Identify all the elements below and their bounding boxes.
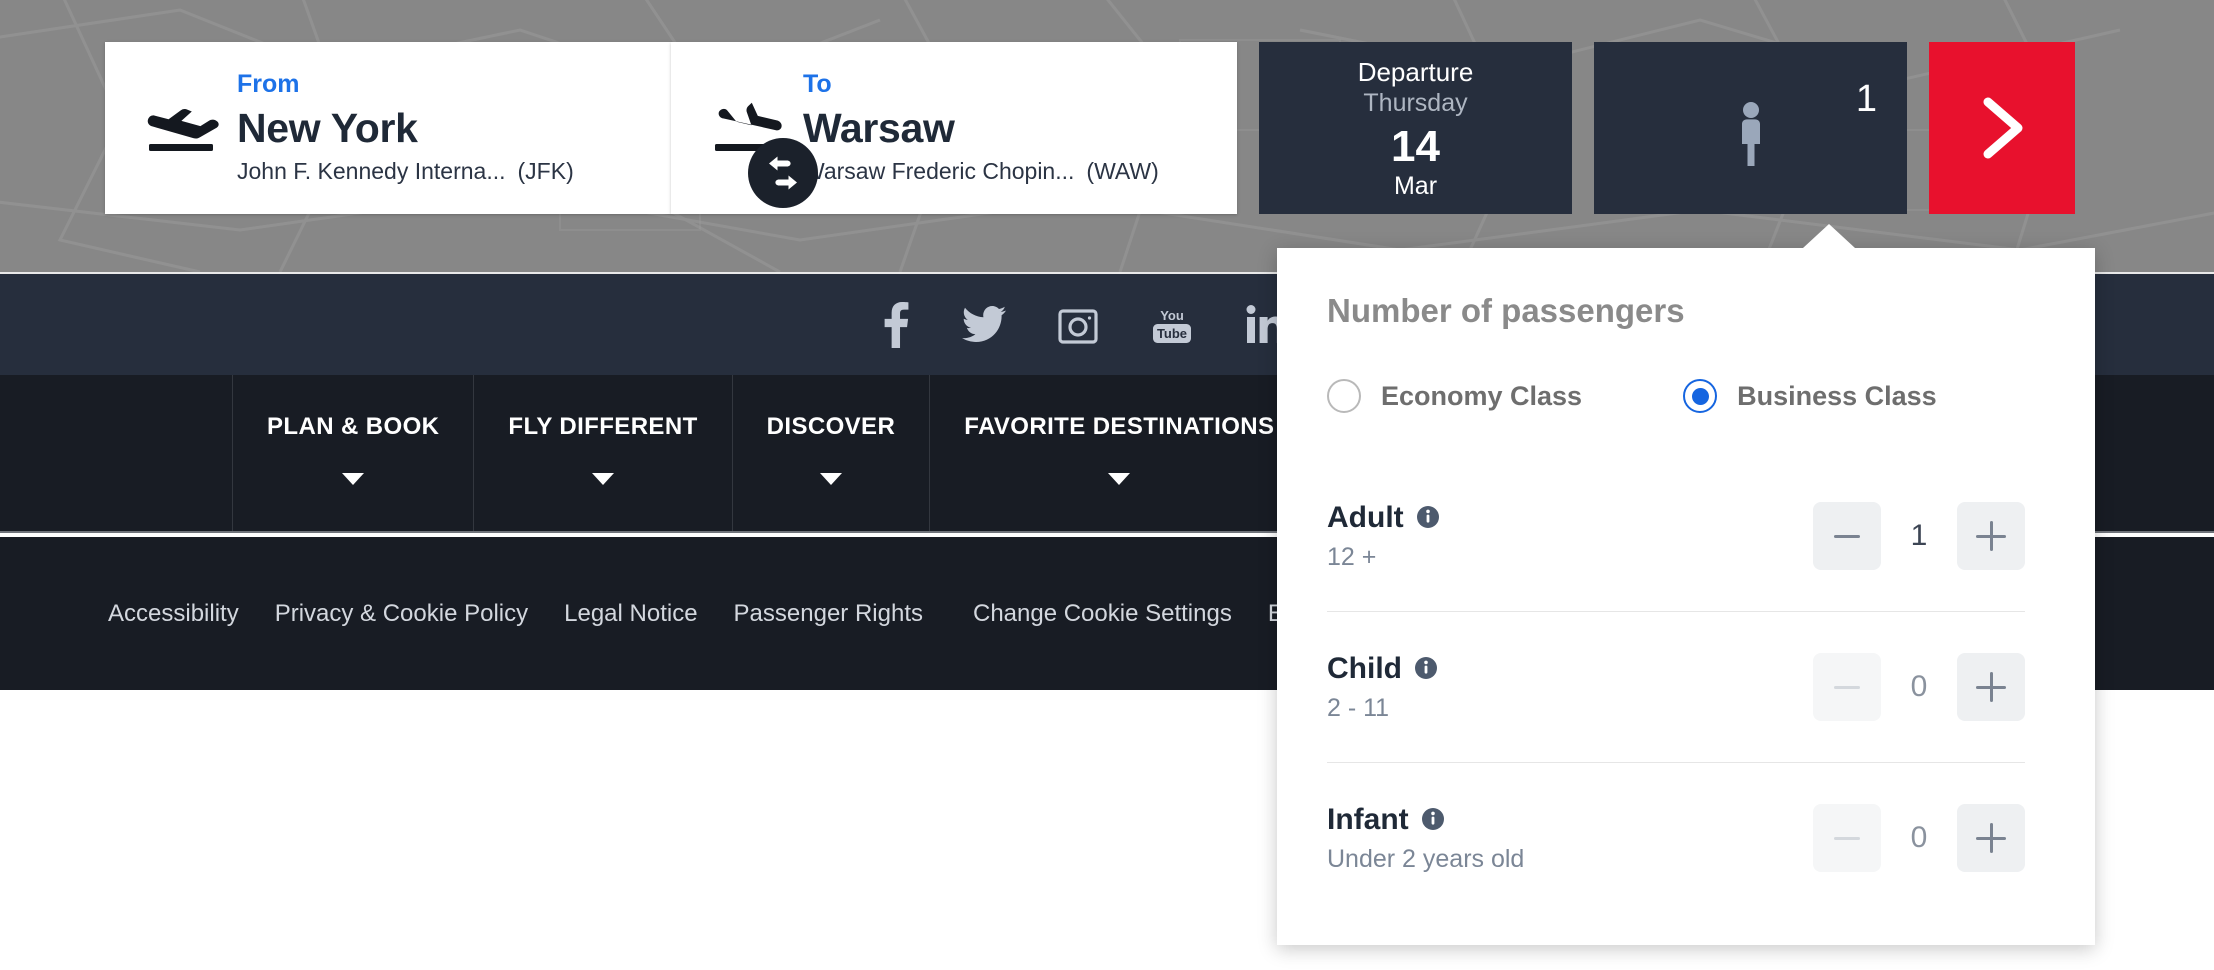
flight-search-bar: From New York John F. Kennedy Interna...…: [105, 42, 2075, 214]
chevron-down-icon: [1108, 473, 1131, 485]
child-decrement-button: [1813, 653, 1881, 721]
adult-info: Adult 12 +: [1327, 501, 1813, 572]
destination-field-body: To Warsaw Warsaw Frederic Chopin... (WAW): [803, 69, 1175, 184]
info-icon[interactable]: [1415, 657, 1437, 679]
minus-icon: [1834, 836, 1860, 840]
adult-stepper: 1: [1813, 502, 2025, 570]
child-label: Child: [1327, 651, 1402, 685]
youtube-icon[interactable]: You Tube: [1150, 303, 1194, 347]
passenger-panel-inner: Number of passengers Economy Class Busin…: [1277, 248, 2095, 913]
plus-icon: [1976, 521, 2006, 551]
minus-icon: [1834, 685, 1860, 689]
plus-icon: [1976, 672, 2006, 702]
departure-title: Departure: [1357, 56, 1474, 87]
economy-radio[interactable]: [1327, 379, 1361, 413]
panel-pointer-arrow: [1803, 224, 1855, 248]
origin-label: From: [237, 69, 300, 98]
infant-info: Infant Under 2 years old: [1327, 803, 1813, 874]
adult-value: 1: [1910, 519, 1928, 552]
travel-class-options: Economy Class Business Class: [1327, 379, 2025, 413]
chevron-down-icon: [342, 473, 365, 485]
nav-item-fly-different[interactable]: FLY DIFFERENT: [473, 375, 731, 531]
info-icon[interactable]: [1416, 506, 1439, 528]
footer-link-accessibility[interactable]: Accessibility: [108, 600, 239, 628]
swap-airports-button[interactable]: [748, 138, 818, 208]
facebook-icon[interactable]: [882, 301, 910, 348]
adult-increment-button[interactable]: [1957, 502, 2025, 570]
infant-decrement-button: [1813, 804, 1881, 872]
minus-icon: [1834, 534, 1860, 538]
passenger-row-child: Child 2 - 11 0: [1327, 612, 2025, 763]
passengers-tile[interactable]: 1: [1594, 42, 1907, 214]
departure-weekday: Thursday: [1363, 89, 1468, 118]
child-info: Child 2 - 11: [1327, 652, 1813, 723]
footer-link-legal-notice[interactable]: Legal Notice: [564, 600, 697, 628]
passenger-panel-title: Number of passengers: [1327, 292, 1685, 329]
passengers-count: 1: [1855, 78, 1877, 120]
plus-icon: [1976, 823, 2006, 853]
adult-sub: 12 +: [1327, 542, 1377, 571]
business-radio[interactable]: [1683, 379, 1718, 413]
adult-decrement-button[interactable]: [1813, 502, 1881, 570]
child-value: 0: [1910, 670, 1928, 703]
destination-city: Warsaw: [803, 104, 955, 151]
footer-link-change-cookie-settings[interactable]: Change Cookie Settings: [973, 600, 1232, 628]
footer-link-privacy-cookie-policy[interactable]: Privacy & Cookie Policy: [275, 600, 528, 628]
origin-field-body: From New York John F. Kennedy Interna...…: [237, 69, 590, 184]
nav-item-label: FAVORITE DESTINATIONS: [964, 413, 1275, 440]
economy-label: Economy Class: [1381, 380, 1583, 411]
chevron-down-icon: [592, 473, 615, 485]
footer-link-passenger-rights[interactable]: Passenger Rights: [734, 600, 923, 628]
infant-value: 0: [1910, 821, 1928, 854]
child-name-line: Child: [1327, 652, 1813, 685]
origin-airport: John F. Kennedy Interna... (JFK): [237, 157, 574, 184]
origin-field[interactable]: From New York John F. Kennedy Interna...…: [105, 42, 671, 214]
destination-label: To: [803, 69, 832, 98]
child-stepper: 0: [1813, 653, 2025, 721]
destination-airport-code: (WAW): [1086, 157, 1159, 184]
chevron-down-icon: [819, 473, 842, 485]
departure-day: 14: [1391, 121, 1440, 171]
business-label: Business Class: [1737, 380, 1937, 411]
adult-label: Adult: [1327, 500, 1404, 534]
origin-airport-name: John F. Kennedy Interna...: [237, 157, 506, 184]
nav-item-plan-book[interactable]: PLAN & BOOK: [232, 375, 473, 531]
plane-departure-icon: [147, 109, 219, 151]
chevron-right-icon: [1983, 97, 2023, 159]
search-submit-button[interactable]: [1929, 42, 2075, 214]
child-sub: 2 - 11: [1327, 693, 1390, 722]
nav-item-label: DISCOVER: [766, 413, 896, 440]
nav-item-discover[interactable]: DISCOVER: [731, 375, 930, 531]
page-root: You Tube PLAN & BOOK FLY DIFFERENT DISCO…: [0, 0, 2214, 970]
infant-label: Infant: [1327, 802, 1409, 836]
info-icon[interactable]: [1421, 808, 1444, 830]
infant-name-line: Infant: [1327, 803, 1813, 836]
svg-text:You: You: [1160, 308, 1184, 323]
svg-text:Tube: Tube: [1157, 326, 1187, 341]
nav-item-favorite-destinations[interactable]: FAVORITE DESTINATIONS: [929, 375, 1308, 531]
class-option-economy[interactable]: Economy Class: [1327, 379, 1582, 413]
passenger-row-adult: Adult 12 + 1: [1327, 461, 2025, 612]
instagram-icon[interactable]: [1058, 305, 1098, 345]
destination-airport: Warsaw Frederic Chopin... (WAW): [803, 157, 1159, 184]
destination-airport-name: Warsaw Frederic Chopin...: [803, 157, 1075, 184]
departure-date-tile[interactable]: Departure Thursday 14 Mar: [1259, 42, 1572, 214]
origin-airport-code: (JFK): [517, 157, 574, 184]
nav-item-label: PLAN & BOOK: [267, 413, 440, 440]
swap-arrows-icon: [769, 156, 797, 190]
passenger-row-infant: Infant Under 2 years old 0: [1327, 763, 2025, 913]
twitter-icon[interactable]: [962, 305, 1006, 344]
person-icon: [1741, 102, 1760, 166]
passenger-selector-panel: Number of passengers Economy Class Busin…: [1277, 224, 2095, 945]
infant-sub: Under 2 years old: [1327, 844, 1525, 873]
origin-city: New York: [237, 104, 418, 151]
infant-increment-button[interactable]: [1957, 804, 2025, 872]
adult-name-line: Adult: [1327, 501, 1813, 534]
child-increment-button[interactable]: [1957, 653, 2025, 721]
nav-item-label: FLY DIFFERENT: [508, 413, 698, 440]
departure-month: Mar: [1393, 171, 1438, 200]
class-option-business[interactable]: Business Class: [1683, 379, 1937, 413]
infant-stepper: 0: [1813, 804, 2025, 872]
